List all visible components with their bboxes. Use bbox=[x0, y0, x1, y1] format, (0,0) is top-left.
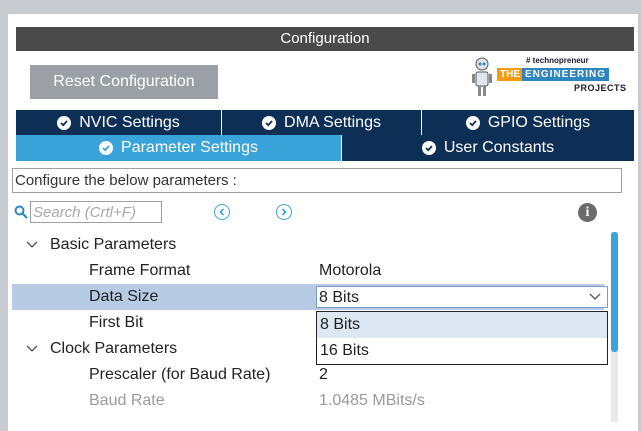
tab-label: GPIO Settings bbox=[487, 113, 591, 131]
description-field: Configure the below parameters : bbox=[12, 168, 622, 193]
data-size-select[interactable]: 8 Bits bbox=[316, 286, 608, 308]
tab-user-constants[interactable]: User Constants bbox=[342, 135, 634, 161]
check-circle-icon bbox=[57, 115, 72, 130]
group-label: Clock Parameters bbox=[50, 340, 178, 357]
param-row-prescaler[interactable]: Prescaler (for Baud Rate) 2 bbox=[12, 362, 604, 388]
tab-parameter-settings[interactable]: Parameter Settings bbox=[16, 135, 342, 161]
logo-projects: PROJECTS bbox=[574, 83, 627, 93]
reset-configuration-button[interactable]: Reset Configuration bbox=[30, 65, 218, 99]
check-circle-icon bbox=[465, 115, 480, 130]
check-circle-icon bbox=[99, 141, 114, 155]
search-input[interactable] bbox=[30, 201, 162, 223]
tab-nvic-settings[interactable]: NVIC Settings bbox=[16, 110, 222, 135]
param-name: Baud Rate bbox=[89, 392, 165, 409]
check-circle-icon bbox=[421, 141, 436, 155]
param-value: Motorola bbox=[319, 262, 382, 279]
engineering-projects-logo: # technopreneur THE ENGINEERING PROJECTS bbox=[470, 56, 630, 100]
param-name: Frame Format bbox=[89, 262, 191, 279]
chevron-right-icon bbox=[281, 208, 287, 216]
param-value: 2 bbox=[319, 366, 328, 383]
select-value: 8 Bits bbox=[319, 289, 360, 306]
group-basic-parameters[interactable]: Basic Parameters bbox=[12, 232, 604, 258]
param-name: Prescaler (for Baud Rate) bbox=[89, 366, 271, 383]
logo-the: THE bbox=[497, 68, 523, 81]
chevron-left-icon bbox=[219, 208, 225, 216]
chevron-down-icon bbox=[589, 293, 601, 300]
search-icon[interactable] bbox=[14, 205, 28, 219]
previous-match-button[interactable] bbox=[214, 204, 230, 220]
data-size-dropdown-list: 8 Bits 16 Bits bbox=[316, 311, 608, 365]
tab-label: User Constants bbox=[443, 139, 555, 156]
logo-tagline: # technopreneur bbox=[526, 56, 589, 65]
param-name: First Bit bbox=[89, 314, 144, 331]
tab-gpio-settings[interactable]: GPIO Settings bbox=[422, 110, 634, 135]
tabs-row-2: Parameter Settings User Constants bbox=[16, 135, 634, 161]
param-row-data-size[interactable]: Data Size 8 Bits bbox=[12, 284, 608, 310]
dropdown-option-8-bits[interactable]: 8 Bits bbox=[317, 312, 607, 338]
group-label: Basic Parameters bbox=[50, 236, 177, 253]
top-strip bbox=[8, 0, 638, 14]
info-icon[interactable]: i bbox=[578, 203, 597, 222]
param-row-frame-format[interactable]: Frame Format Motorola bbox=[12, 258, 604, 284]
tab-label: NVIC Settings bbox=[79, 113, 180, 131]
tab-label: DMA Settings bbox=[284, 113, 381, 131]
param-row-baud-rate: Baud Rate 1.0485 MBits/s bbox=[12, 388, 604, 414]
tab-dma-settings[interactable]: DMA Settings bbox=[222, 110, 422, 135]
vertical-scrollbar[interactable] bbox=[611, 232, 618, 422]
tabs-row-1: NVIC Settings DMA Settings GPIO Settings bbox=[16, 110, 634, 135]
next-match-button[interactable] bbox=[276, 204, 292, 220]
chevron-down-icon[interactable] bbox=[26, 344, 38, 354]
check-circle-icon bbox=[262, 115, 277, 130]
logo-engineering: ENGINEERING bbox=[522, 68, 610, 81]
tab-label: Parameter Settings bbox=[121, 139, 258, 156]
dropdown-option-16-bits[interactable]: 16 Bits bbox=[317, 338, 607, 364]
chevron-down-icon[interactable] bbox=[26, 240, 38, 250]
robot-icon bbox=[472, 57, 492, 96]
scrollbar-thumb[interactable] bbox=[611, 232, 618, 352]
param-name: Data Size bbox=[89, 288, 159, 305]
param-value: 1.0485 MBits/s bbox=[319, 392, 425, 409]
configuration-header: Configuration bbox=[16, 27, 634, 51]
